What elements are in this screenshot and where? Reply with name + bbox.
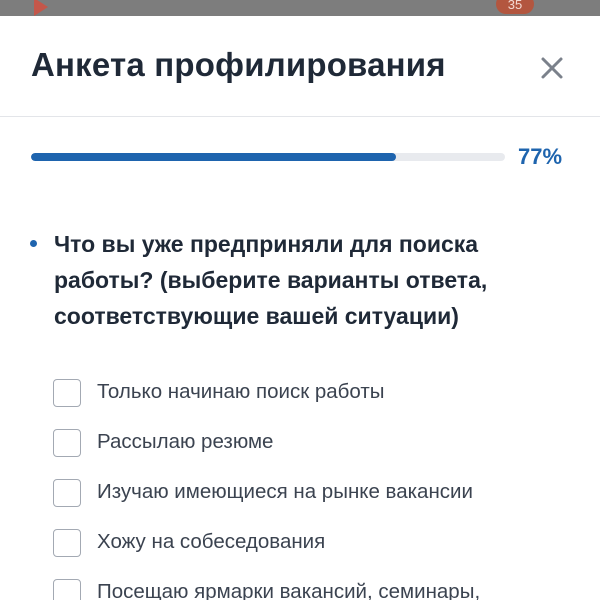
option-label: Рассылаю резюме	[97, 430, 274, 453]
option-job-fairs[interactable]: Посещаю ярмарки вакансий, семинары,	[53, 578, 583, 600]
profiling-questionnaire-modal: Анкета профилирования 77% Что вы уже пре…	[0, 16, 600, 600]
option-only-starting[interactable]: Только начинаю поиск работы	[53, 378, 583, 408]
option-label: Изучаю имеющиеся на рынке вакансии	[97, 480, 473, 503]
progress-percent: 77%	[518, 144, 563, 169]
modal-header: Анкета профилирования	[0, 16, 600, 117]
progress-bar-fill	[31, 153, 396, 161]
checkbox[interactable]	[53, 479, 81, 507]
option-sending-resume[interactable]: Рассылаю резюме	[53, 428, 583, 458]
close-button[interactable]	[538, 54, 566, 82]
modal-title: Анкета профилирования	[31, 46, 446, 83]
play-arrow-icon	[34, 0, 48, 16]
progress-bar	[31, 153, 505, 161]
option-label: Посещаю ярмарки вакансий, семинары,	[97, 580, 481, 600]
checkbox[interactable]	[53, 529, 81, 557]
option-label: Хожу на собеседования	[97, 530, 326, 553]
option-attending-interviews[interactable]: Хожу на собеседования	[53, 528, 583, 558]
option-label: Только начинаю поиск работы	[97, 380, 385, 403]
question-text: Что вы уже предприняли для поиска работы…	[54, 231, 488, 329]
option-studying-vacancies[interactable]: Изучаю имеющиеся на рынке вакансии	[53, 478, 583, 508]
checkbox[interactable]	[53, 429, 81, 457]
checkbox[interactable]	[53, 579, 81, 600]
checkbox[interactable]	[53, 379, 81, 407]
app-screen: 35 Анкета профилирования 77% Что вы уже …	[0, 0, 600, 600]
notification-badge: 35	[496, 0, 534, 14]
bullet-dot-icon	[30, 240, 37, 247]
close-icon	[541, 57, 563, 79]
page-backdrop: 35	[0, 0, 600, 16]
